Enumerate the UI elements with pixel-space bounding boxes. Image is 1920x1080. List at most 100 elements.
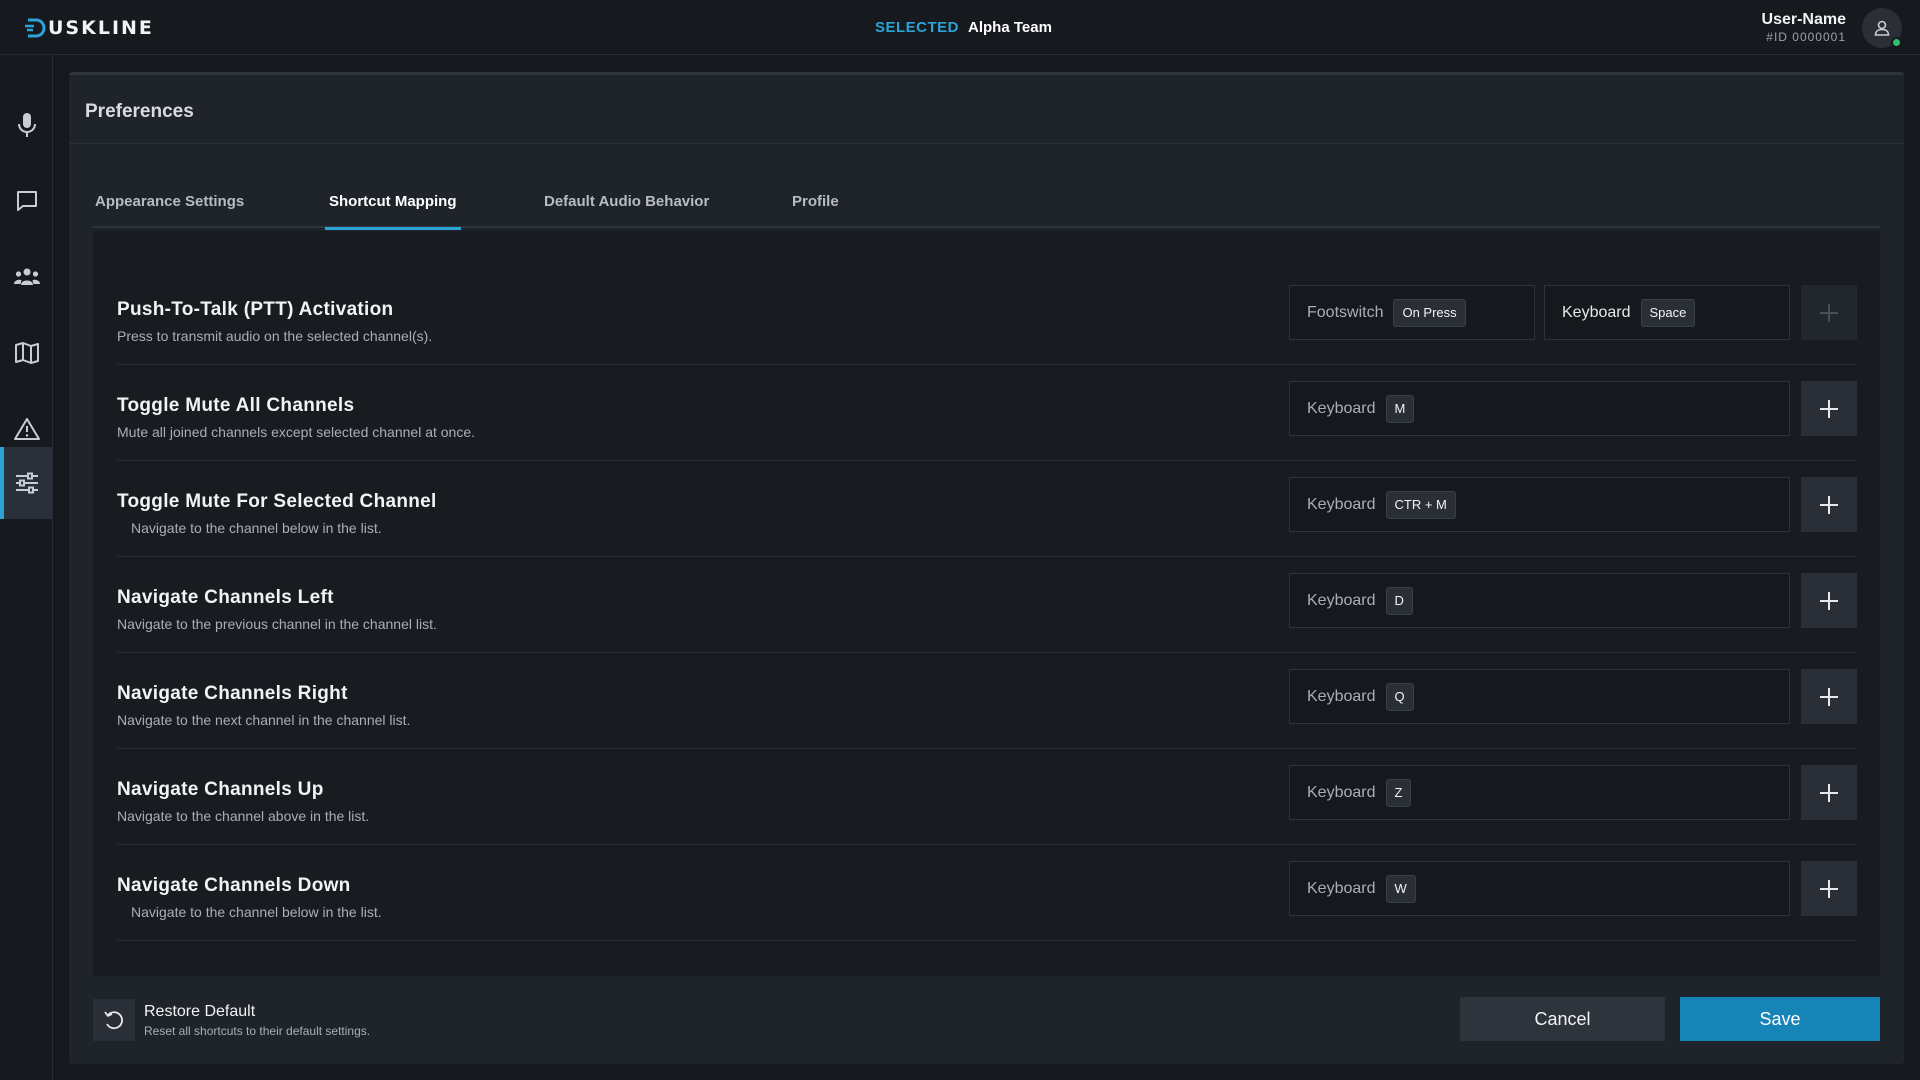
shortcut-title: Navigate Channels Down <box>117 875 351 896</box>
restore-text: Restore Default Reset all shortcuts to t… <box>144 1003 370 1038</box>
add-binding-button[interactable] <box>1801 381 1857 436</box>
selected-value: Alpha Team <box>968 19 1052 36</box>
sidebar <box>0 55 53 1080</box>
binding-key: Space <box>1640 298 1696 327</box>
preferences-panel: Preferences Appearance Settings Shortcut… <box>69 72 1904 1064</box>
binding-source: Footswitch <box>1307 303 1384 321</box>
shortcut-description: Navigate to the next channel in the chan… <box>117 712 411 728</box>
plus-icon <box>1820 591 1838 610</box>
sidebar-item-audio[interactable] <box>0 89 53 161</box>
user-info: User-Name #ID 0000001 <box>1762 11 1846 44</box>
restore-icon <box>104 1011 123 1030</box>
cancel-button[interactable]: Cancel <box>1460 997 1665 1041</box>
add-binding-button[interactable] <box>1801 573 1857 628</box>
binding-key: Q <box>1385 682 1414 711</box>
sidebar-item-chat[interactable] <box>0 165 53 237</box>
binding-source: Keyboard <box>1307 399 1376 417</box>
shortcut-list: Push-To-Talk (PTT) Activation Press to t… <box>93 231 1880 976</box>
team-icon <box>13 268 40 285</box>
tab-default-audio-behavior[interactable]: Default Audio Behavior <box>544 185 709 228</box>
sidebar-item-preferences[interactable] <box>0 447 53 519</box>
restore-description: Reset all shortcuts to their default set… <box>144 1023 371 1038</box>
plus-icon <box>1820 687 1838 706</box>
add-binding-button[interactable] <box>1801 765 1857 820</box>
logo[interactable]: USKLINE <box>24 14 154 42</box>
top-bar: USKLINE SELECTED Alpha Team User-Name #I… <box>0 0 1920 55</box>
tab-shortcut-mapping[interactable]: Shortcut Mapping <box>325 185 460 230</box>
tab-appearance-settings[interactable]: Appearance Settings <box>95 185 244 228</box>
shortcut-title: Toggle Mute For Selected Channel <box>117 491 437 512</box>
binding-keyboard[interactable]: Keyboard D <box>1289 573 1790 628</box>
add-binding-button[interactable] <box>1801 285 1857 340</box>
shortcut-row-ptt: Push-To-Talk (PTT) Activation Press to t… <box>117 269 1857 365</box>
page-title: Preferences <box>85 101 194 122</box>
shortcut-row-mute-all: Toggle Mute All Channels Mute all joined… <box>117 365 1857 461</box>
online-status-dot <box>1891 37 1902 48</box>
logo-d-icon <box>25 18 46 38</box>
binding-source: Keyboard <box>1562 303 1631 321</box>
binding-source: Keyboard <box>1307 783 1376 801</box>
binding-source: Keyboard <box>1307 879 1376 897</box>
binding-key: M <box>1385 394 1415 423</box>
restore-default[interactable]: Restore Default Reset all shortcuts to t… <box>93 999 370 1041</box>
tab-profile[interactable]: Profile <box>792 185 839 228</box>
shortcut-title: Navigate Channels Left <box>117 587 334 608</box>
plus-icon <box>1820 879 1838 898</box>
restore-button[interactable] <box>93 999 135 1041</box>
binding-key: Z <box>1385 778 1412 807</box>
sliders-icon <box>15 472 38 494</box>
shortcut-description: Navigate to the channel below in the lis… <box>131 904 382 920</box>
shortcut-title: Push-To-Talk (PTT) Activation <box>117 299 394 320</box>
add-binding-button[interactable] <box>1801 477 1857 532</box>
avatar[interactable] <box>1862 8 1902 48</box>
shortcut-title: Navigate Channels Up <box>117 779 324 800</box>
plus-icon <box>1820 783 1838 802</box>
shortcut-row-nav-down: Navigate Channels Down Navigate to the c… <box>117 845 1857 941</box>
save-button[interactable]: Save <box>1680 997 1880 1041</box>
binding-keyboard[interactable]: Keyboard Z <box>1289 765 1790 820</box>
binding-source: Keyboard <box>1307 495 1376 513</box>
shortcut-description: Press to transmit audio on the selected … <box>117 328 433 344</box>
shortcut-title: Navigate Channels Right <box>117 683 348 704</box>
binding-source: Keyboard <box>1307 687 1376 705</box>
user-id: #ID 0000001 <box>1766 30 1846 44</box>
microphone-icon <box>17 113 36 137</box>
shortcut-row-nav-up: Navigate Channels Up Navigate to the cha… <box>117 749 1857 845</box>
shortcut-description: Navigate to the channel above in the lis… <box>117 808 370 824</box>
user-icon <box>1874 20 1890 36</box>
plus-icon <box>1820 303 1838 322</box>
sidebar-item-team[interactable] <box>0 241 53 313</box>
logo-text: USKLINE <box>48 17 154 39</box>
title-divider <box>69 143 1904 144</box>
restore-title: Restore Default <box>144 1002 256 1020</box>
binding-keyboard[interactable]: Keyboard W <box>1289 861 1790 916</box>
binding-footswitch[interactable]: Footswitch On Press <box>1289 285 1535 340</box>
shortcut-row-nav-left: Navigate Channels Left Navigate to the p… <box>117 557 1857 653</box>
binding-keyboard[interactable]: Keyboard M <box>1289 381 1790 436</box>
shortcut-description: Mute all joined channels except selected… <box>117 424 476 440</box>
binding-keyboard[interactable]: Keyboard Q <box>1289 669 1790 724</box>
binding-key: On Press <box>1393 298 1466 327</box>
binding-keyboard[interactable]: Keyboard CTR + M <box>1289 477 1790 532</box>
tab-bar: Appearance Settings Shortcut Mapping Def… <box>93 185 1880 230</box>
plus-icon <box>1820 399 1838 418</box>
shortcut-title: Toggle Mute All Channels <box>117 395 355 416</box>
binding-key: D <box>1385 586 1413 615</box>
binding-key: CTR + M <box>1385 490 1456 519</box>
shortcut-row-nav-right: Navigate Channels Right Navigate to the … <box>117 653 1857 749</box>
binding-key: W <box>1385 874 1416 903</box>
selected-channel: SELECTED Alpha Team <box>875 19 1052 36</box>
warning-icon <box>13 418 40 440</box>
shortcut-description: Navigate to the channel below in the lis… <box>131 520 382 536</box>
user-name: User-Name <box>1761 11 1846 28</box>
add-binding-button[interactable] <box>1801 669 1857 724</box>
chat-icon <box>16 191 37 211</box>
sidebar-item-map[interactable] <box>0 317 53 389</box>
shortcut-row-mute-selected: Toggle Mute For Selected Channel Navigat… <box>117 461 1857 557</box>
add-binding-button[interactable] <box>1801 861 1857 916</box>
plus-icon <box>1820 495 1838 514</box>
map-icon <box>14 342 39 364</box>
shortcut-description: Navigate to the previous channel in the … <box>117 616 437 632</box>
binding-keyboard[interactable]: Keyboard Space <box>1544 285 1790 340</box>
binding-source: Keyboard <box>1307 591 1376 609</box>
